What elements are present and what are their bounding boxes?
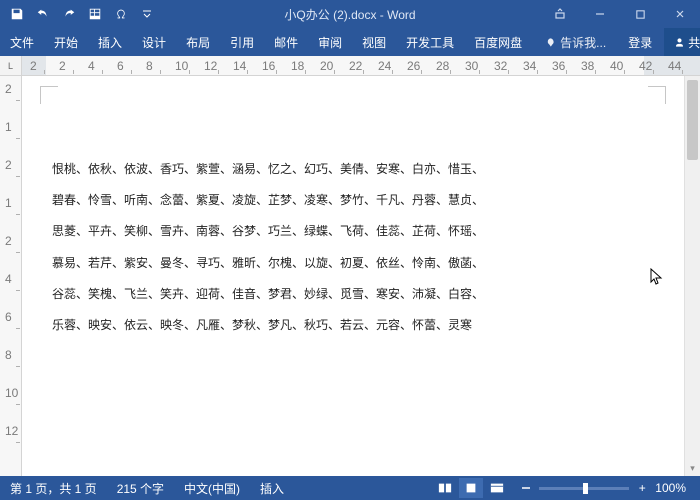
text-line[interactable]: 慕易、若芹、紫安、曼冬、寻巧、雅昕、尔槐、以旋、初夏、依丝、怜南、傲菡、 bbox=[52, 248, 654, 279]
horizontal-ruler-row: L 22468101214161820222426283032343638404… bbox=[0, 56, 700, 76]
tab-home[interactable]: 开始 bbox=[44, 28, 88, 56]
tab-insert[interactable]: 插入 bbox=[88, 28, 132, 56]
text-line[interactable]: 谷蕊、笑槐、飞兰、笑卉、迎荷、佳音、梦君、妙绿、觅雪、寒安、沛凝、白容、 bbox=[52, 279, 654, 310]
web-layout-button[interactable] bbox=[485, 478, 509, 498]
close-button[interactable] bbox=[660, 0, 700, 28]
undo-button[interactable] bbox=[32, 3, 54, 25]
tab-references[interactable]: 引用 bbox=[220, 28, 264, 56]
zoom-knob[interactable] bbox=[583, 483, 588, 494]
ribbon-options-icon[interactable] bbox=[540, 0, 580, 28]
share-button[interactable]: 共享 bbox=[664, 28, 700, 56]
tab-design[interactable]: 设计 bbox=[132, 28, 176, 56]
tab-review[interactable]: 审阅 bbox=[308, 28, 352, 56]
margin-corner-tl bbox=[40, 86, 58, 104]
text-line[interactable]: 乐蓉、映安、依云、映冬、凡雁、梦秋、梦凡、秋巧、若云、元容、怀蕾、灵寒 bbox=[52, 310, 654, 341]
document-area: 212124681012 恨桃、依秋、依波、香巧、紫萱、涵易、忆之、幻巧、美倩、… bbox=[0, 76, 700, 476]
horizontal-ruler[interactable]: 2246810121416182022242628303234363840424… bbox=[22, 56, 700, 76]
zoom-value[interactable]: 100% bbox=[655, 481, 686, 495]
tab-mailings[interactable]: 邮件 bbox=[264, 28, 308, 56]
tab-view[interactable]: 视图 bbox=[352, 28, 396, 56]
tab-baidu[interactable]: 百度网盘 bbox=[464, 28, 532, 56]
scroll-thumb[interactable] bbox=[687, 80, 698, 160]
table-icon[interactable] bbox=[84, 3, 106, 25]
quick-access-toolbar bbox=[0, 3, 164, 25]
status-word-count[interactable]: 215 个字 bbox=[107, 480, 174, 497]
tab-file[interactable]: 文件 bbox=[0, 28, 44, 56]
save-button[interactable] bbox=[6, 3, 28, 25]
margin-corner-tr bbox=[648, 86, 666, 104]
text-line[interactable]: 恨桃、依秋、依波、香巧、紫萱、涵易、忆之、幻巧、美倩、安寒、白亦、惜玉、 bbox=[52, 154, 654, 185]
document-page[interactable]: 恨桃、依秋、依波、香巧、紫萱、涵易、忆之、幻巧、美倩、安寒、白亦、惜玉、碧春、怜… bbox=[22, 76, 684, 476]
vertical-ruler[interactable]: 212124681012 bbox=[0, 76, 22, 476]
status-insert-mode[interactable]: 插入 bbox=[250, 480, 294, 497]
tab-layout[interactable]: 布局 bbox=[176, 28, 220, 56]
view-buttons: + 100% bbox=[433, 478, 700, 498]
minimize-button[interactable] bbox=[580, 0, 620, 28]
omega-icon[interactable] bbox=[110, 3, 132, 25]
tell-me[interactable]: 告诉我... bbox=[536, 28, 616, 56]
ruler-corner: L bbox=[0, 56, 22, 76]
zoom-in-button[interactable]: + bbox=[635, 481, 649, 495]
zoom-out-button[interactable] bbox=[519, 481, 533, 495]
document-title: 小Q办公 (2).docx - Word bbox=[284, 6, 415, 23]
text-line[interactable]: 碧春、怜雪、听南、念蕾、紫夏、凌旋、芷梦、凌寒、梦竹、千凡、丹蓉、慧贞、 bbox=[52, 185, 654, 216]
redo-button[interactable] bbox=[58, 3, 80, 25]
status-bar: 第 1 页，共 1 页 215 个字 中文(中国) 插入 + 100% bbox=[0, 476, 700, 500]
ribbon-tabs: 文件 开始 插入 设计 布局 引用 邮件 审阅 视图 开发工具 百度网盘 告诉我… bbox=[0, 28, 700, 56]
qat-customize-icon[interactable] bbox=[136, 3, 158, 25]
title-bar: 小Q办公 (2).docx - Word bbox=[0, 0, 700, 28]
zoom-control: + 100% bbox=[511, 481, 694, 495]
document-content[interactable]: 恨桃、依秋、依波、香巧、紫萱、涵易、忆之、幻巧、美倩、安寒、白亦、惜玉、碧春、怜… bbox=[52, 104, 654, 341]
login-button[interactable]: 登录 bbox=[616, 28, 664, 56]
window-controls bbox=[540, 0, 700, 28]
maximize-button[interactable] bbox=[620, 0, 660, 28]
vertical-scrollbar[interactable]: ▴ ▾ bbox=[684, 76, 700, 476]
text-line[interactable]: 思菱、平卉、笑柳、雪卉、南蓉、谷梦、巧兰、绿蝶、飞荷、佳蕊、芷荷、怀瑶、 bbox=[52, 216, 654, 247]
read-mode-button[interactable] bbox=[433, 478, 457, 498]
status-page[interactable]: 第 1 页，共 1 页 bbox=[0, 480, 107, 497]
tab-developer[interactable]: 开发工具 bbox=[396, 28, 464, 56]
status-language[interactable]: 中文(中国) bbox=[174, 480, 250, 497]
print-layout-button[interactable] bbox=[459, 478, 483, 498]
scroll-down-icon[interactable]: ▾ bbox=[685, 460, 700, 476]
zoom-slider[interactable] bbox=[539, 487, 629, 490]
